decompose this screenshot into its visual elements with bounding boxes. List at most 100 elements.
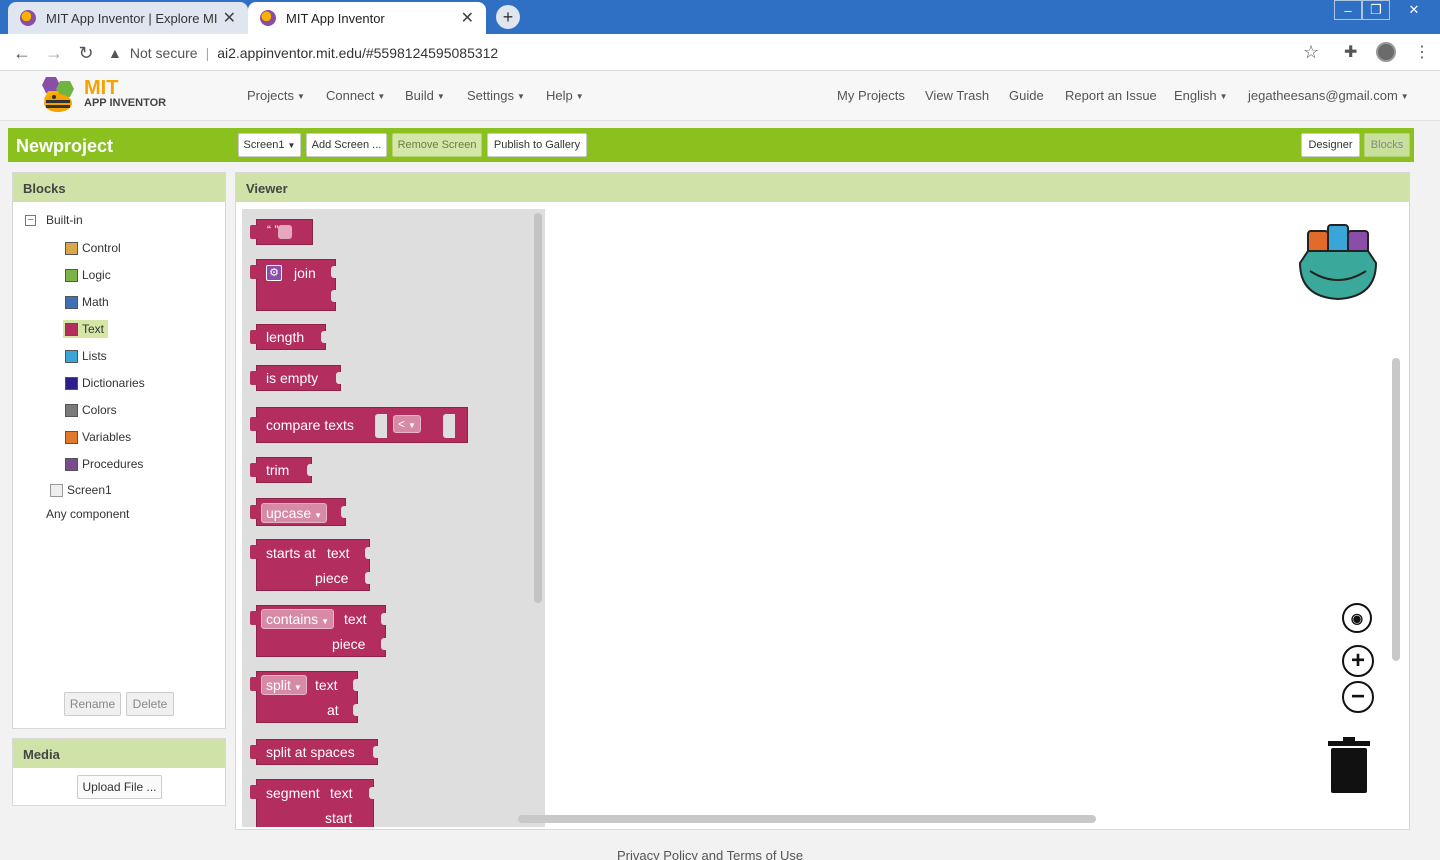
app-inventor-bee-logo-icon[interactable] — [34, 75, 84, 115]
blocks-workspace[interactable]: ◉ + − — [548, 209, 1404, 827]
bookmark-star-icon[interactable]: ☆ — [1303, 42, 1319, 63]
split-block[interactable]: split ▼ text at — [250, 671, 359, 723]
tree-item-control[interactable]: Control — [65, 241, 121, 255]
tree-item-procedures[interactable]: Procedures — [65, 457, 143, 471]
link-report-issue[interactable]: Report an Issue — [1065, 88, 1157, 103]
blocks-panel-title: Blocks — [13, 173, 225, 202]
url-separator: | — [205, 45, 210, 61]
compare-operator-dropdown[interactable]: < ▼ — [393, 415, 421, 433]
starts-at-label: starts at — [266, 545, 316, 561]
menu-settings[interactable]: Settings ▼ — [467, 88, 525, 103]
zoom-in-icon[interactable]: + — [1342, 645, 1374, 677]
zoom-out-icon[interactable]: − — [1342, 681, 1374, 713]
caret-down-icon: ▼ — [1400, 92, 1409, 102]
tree-item-dictionaries[interactable]: Dictionaries — [65, 376, 145, 390]
math-swatch-icon — [65, 295, 78, 309]
url-field[interactable]: ▲ Not secure | ai2.appinventor.mit.edu/#… — [108, 39, 1333, 67]
segment-label: segment — [266, 785, 320, 801]
upload-file-button[interactable]: Upload File ... — [77, 775, 162, 799]
forward-arrow-icon[interactable]: → — [42, 41, 66, 65]
link-view-trash[interactable]: View Trash — [925, 88, 989, 103]
app-inventor-favicon-icon — [20, 10, 36, 26]
trim-block[interactable]: trim — [250, 457, 313, 483]
empty-text-field[interactable] — [278, 225, 292, 239]
project-name: Newproject — [16, 136, 114, 156]
publish-gallery-button[interactable]: Publish to Gallery — [487, 133, 587, 157]
menu-build[interactable]: Build ▼ — [405, 88, 445, 103]
designer-button[interactable]: Designer — [1301, 133, 1360, 157]
trash-can-icon[interactable] — [1328, 737, 1370, 793]
backpack-icon[interactable] — [1294, 221, 1384, 305]
upcase-block[interactable]: upcase ▼ — [250, 498, 347, 526]
browser-tab-explore[interactable]: MIT App Inventor | Explore MIT A ✕ — [8, 2, 248, 34]
browser-menu-icon[interactable]: ⋮ — [1414, 42, 1430, 62]
remove-screen-button[interactable]: Remove Screen — [392, 133, 482, 157]
split-at-spaces-block[interactable]: split at spaces — [250, 739, 379, 765]
collapse-icon[interactable]: – — [25, 214, 36, 226]
caret-down-icon: ▼ — [377, 92, 386, 102]
workspace-horizontal-scrollbar[interactable] — [518, 815, 1096, 823]
caret-down-icon: ▼ — [314, 511, 323, 520]
tree-builtin[interactable]: – Built-in — [25, 213, 83, 227]
close-tab-icon[interactable]: ✕ — [461, 8, 474, 28]
menu-projects[interactable]: Projects ▼ — [247, 88, 305, 103]
length-block[interactable]: length — [250, 324, 327, 350]
recenter-target-icon[interactable]: ◉ — [1342, 603, 1372, 633]
text-string-block[interactable]: “ ” — [250, 219, 313, 245]
minimize-icon[interactable]: – — [1334, 0, 1362, 20]
is-empty-label: is empty — [266, 370, 319, 386]
is-empty-block[interactable]: is empty — [250, 365, 342, 391]
link-guide[interactable]: Guide — [1009, 88, 1044, 103]
back-arrow-icon[interactable]: ← — [10, 41, 34, 65]
text-arg-label: text — [344, 611, 367, 627]
text-blocks-flyout[interactable]: “ ” ⚙ join length is empty compare texts — [242, 209, 545, 827]
upcase-dropdown[interactable]: upcase ▼ — [261, 503, 328, 523]
privacy-policy-link[interactable]: Privacy Policy and Terms of Use — [617, 848, 803, 860]
procedures-swatch-icon — [65, 457, 78, 471]
tree-item-variables[interactable]: Variables — [65, 430, 131, 444]
app-inventor-logo-text[interactable]: MIT APP INVENTOR — [84, 78, 166, 109]
new-tab-button[interactable]: + — [496, 5, 520, 29]
close-window-icon[interactable]: ✕ — [1400, 0, 1428, 20]
tree-item-logic[interactable]: Logic — [65, 268, 111, 282]
address-bar: ← → ↻ ▲ Not secure | ai2.appinventor.mit… — [0, 34, 1440, 71]
restore-icon[interactable]: ❐ — [1362, 0, 1390, 20]
workspace-vertical-scrollbar[interactable] — [1392, 358, 1400, 661]
close-tab-icon[interactable]: ✕ — [223, 8, 236, 28]
rename-button[interactable]: Rename — [64, 692, 121, 716]
contains-block[interactable]: contains ▼ text piece — [250, 605, 387, 657]
security-status: Not secure — [129, 45, 198, 61]
extensions-puzzle-icon[interactable]: ✚ — [1344, 42, 1357, 62]
browser-tab-app-inventor[interactable]: MIT App Inventor ✕ — [248, 2, 486, 34]
piece-arg-label: piece — [332, 636, 366, 652]
segment-block[interactable]: segment text start — [250, 779, 375, 827]
language-menu[interactable]: English ▼ — [1174, 88, 1228, 103]
reload-icon[interactable]: ↻ — [74, 41, 98, 65]
variables-swatch-icon — [65, 430, 78, 444]
contains-dropdown[interactable]: contains ▼ — [261, 609, 335, 629]
tree-item-colors[interactable]: Colors — [65, 403, 117, 417]
account-menu[interactable]: jegatheesans@gmail.com ▼ — [1248, 88, 1409, 103]
tree-item-math[interactable]: Math — [65, 295, 109, 309]
at-arg-label: at — [327, 702, 339, 718]
profile-avatar[interactable] — [1376, 42, 1396, 62]
tree-item-screen1[interactable]: Screen1 — [50, 483, 112, 497]
add-screen-button[interactable]: Add Screen ... — [306, 133, 387, 157]
mutator-gear-icon[interactable]: ⚙ — [266, 265, 282, 281]
join-block[interactable]: ⚙ join — [250, 259, 337, 311]
tree-item-any-component[interactable]: Any component — [46, 507, 129, 521]
blocks-button[interactable]: Blocks — [1364, 133, 1410, 157]
flyout-scrollbar[interactable] — [534, 213, 542, 603]
viewer-panel: Viewer “ ” ⚙ join length is empty compar… — [235, 172, 1410, 830]
screen-select[interactable]: Screen1 ▼ — [238, 133, 301, 157]
compare-texts-label: compare texts — [266, 417, 354, 433]
split-dropdown[interactable]: split ▼ — [261, 675, 307, 695]
link-my-projects[interactable]: My Projects — [837, 88, 905, 103]
starts-at-block[interactable]: starts at text piece — [250, 539, 371, 591]
tree-item-text[interactable]: Text — [63, 320, 109, 338]
tree-item-lists[interactable]: Lists — [65, 349, 107, 363]
menu-help[interactable]: Help ▼ — [546, 88, 584, 103]
menu-connect[interactable]: Connect ▼ — [326, 88, 385, 103]
delete-button[interactable]: Delete — [126, 692, 174, 716]
compare-texts-block[interactable]: compare texts < ▼ — [250, 407, 468, 443]
